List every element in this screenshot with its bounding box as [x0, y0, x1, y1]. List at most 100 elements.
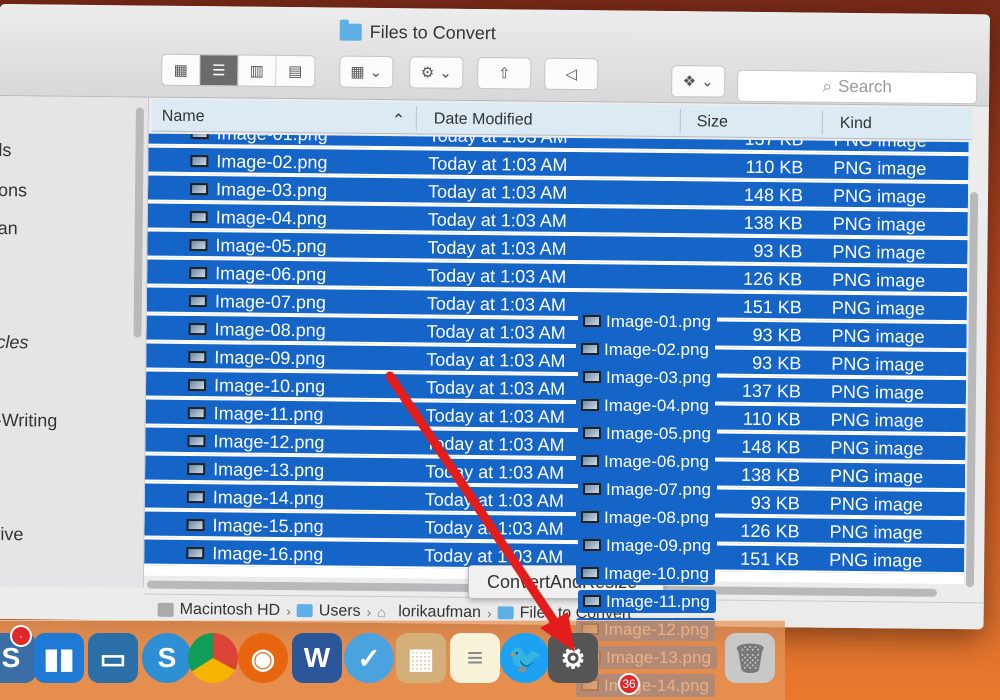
chrome-icon[interactable] — [188, 633, 238, 683]
sidebar-item[interactable]: rive — [0, 524, 24, 545]
file-name: Image-12.png — [213, 431, 325, 453]
tag-icon: ◁ — [565, 65, 578, 84]
column-header-name[interactable]: Name — [162, 108, 205, 126]
file-name: Image-08.png — [214, 319, 326, 341]
column-divider — [415, 106, 417, 131]
file-kind: PNG image — [830, 381, 925, 403]
column-header-size[interactable]: Size — [697, 113, 728, 131]
image-file-icon — [581, 399, 599, 411]
firefox-icon[interactable]: ◉ — [238, 633, 288, 683]
file-date: Today at 1:03 AM — [427, 209, 567, 231]
sidebar-item[interactable]: ls — [0, 140, 12, 161]
sidebar: ls ons an cles -Writing rive — [0, 95, 150, 588]
list-vertical-scrollbar[interactable] — [965, 192, 979, 588]
file-name: Image-09.png — [214, 347, 326, 369]
file-size: 138 KB — [740, 464, 801, 486]
sidebar-item[interactable]: ons — [0, 180, 27, 201]
notes-icon[interactable]: ≡ — [450, 633, 500, 683]
sort-ascending-icon: ⌃ — [391, 112, 406, 130]
image-file-icon — [186, 546, 205, 560]
sidebar-item[interactable]: -Writing — [0, 410, 57, 432]
arrange-button[interactable]: ▦ ⌄ — [339, 55, 394, 89]
image-file-icon — [583, 371, 601, 383]
file-kind: PNG image — [831, 325, 925, 347]
notification-badge: 36 — [618, 673, 640, 695]
file-name: Image-02.png — [216, 151, 328, 173]
icon-view-icon[interactable]: ▦ — [162, 54, 201, 86]
notification-badge: · — [10, 625, 32, 647]
home-icon: ⌂ — [377, 603, 386, 620]
sidebar-item[interactable]: cles — [0, 332, 29, 353]
tags-button[interactable]: ◁ — [544, 57, 599, 91]
column-view-icon[interactable]: ▥ — [238, 55, 277, 86]
file-date: Today at 1:03 AM — [425, 377, 566, 399]
image-file-icon — [583, 539, 601, 551]
file-date: Today at 1:03 AM — [424, 517, 564, 539]
drag-ghost-item: Image-04.png — [576, 394, 715, 417]
image-file-icon — [583, 315, 601, 327]
path-item-disk[interactable]: Macintosh HD — [180, 600, 281, 619]
twitter-icon[interactable]: 🐦 — [500, 633, 550, 683]
cover-flow-icon[interactable]: ▤ — [276, 56, 314, 86]
trello-icon[interactable]: ▮▮ — [34, 633, 84, 683]
list-view-icon[interactable]: ☰ — [200, 55, 239, 86]
window-title-text: Files to Convert — [369, 21, 496, 44]
file-kind: PNG image — [830, 465, 924, 487]
dropbox-button[interactable]: ❖ ⌄ — [671, 65, 726, 98]
chevron-right-icon: › — [286, 602, 291, 619]
screen-sharing-icon[interactable]: ▭ — [88, 633, 138, 683]
column-header-date[interactable]: Date Modified — [434, 111, 533, 130]
image-file-icon — [581, 567, 599, 579]
image-file-icon — [188, 350, 207, 364]
image-file-icon — [187, 462, 206, 476]
file-kind: PNG image — [833, 157, 927, 179]
automator-droplet-icon[interactable]: ⚙ — [548, 633, 598, 683]
action-button[interactable]: ⚙ ⌄ — [409, 56, 464, 89]
file-size: 110 KB — [745, 156, 804, 178]
search-input[interactable]: ⌕ Search — [737, 69, 978, 105]
file-size: 110 KB — [742, 408, 801, 430]
file-size: 126 KB — [743, 268, 803, 290]
sidebar-scrollbar[interactable] — [133, 107, 144, 338]
drag-ghost-label: Image-04.png — [604, 396, 709, 415]
image-file-icon — [187, 406, 206, 420]
file-kind: PNG image — [829, 493, 923, 515]
path-item-user[interactable]: lorikaufman — [398, 603, 481, 622]
file-kind: PNG image — [832, 185, 927, 207]
chevron-right-icon: › — [486, 604, 492, 621]
simplenote-icon[interactable]: S — [142, 633, 192, 683]
file-kind: PNG image — [829, 521, 923, 543]
file-date: Today at 1:03 AM — [426, 349, 566, 371]
trash-icon[interactable]: 🗑 — [725, 633, 775, 683]
word-icon[interactable]: W — [292, 633, 342, 683]
sidebar-item[interactable]: an — [0, 218, 18, 239]
drag-ghost-label: Image-11.png — [606, 592, 710, 611]
drag-ghost-label: Image-03.png — [606, 368, 711, 387]
drag-ghost-label: Image-05.png — [606, 424, 711, 443]
drag-ghost-item: Image-08.png — [576, 506, 715, 529]
drag-ghost-item: Image-10.png — [576, 562, 715, 585]
folder-icon — [296, 604, 313, 618]
drag-ghost-label: Image-01.png — [606, 312, 711, 331]
calculator-icon[interactable]: ▦ — [396, 633, 446, 683]
drag-ghost-label: Image-06.png — [604, 452, 709, 471]
file-name: Image-14.png — [212, 487, 325, 509]
column-header-kind[interactable]: Kind — [840, 115, 872, 133]
drag-ghost-item: Image-09.png — [578, 534, 717, 557]
file-name: Image-04.png — [215, 207, 327, 229]
file-size: 148 KB — [743, 184, 804, 206]
share-button[interactable]: ⇧ — [477, 57, 532, 90]
file-date: Today at 1:03 AM — [426, 321, 566, 343]
image-file-icon — [583, 595, 601, 607]
airmail-icon[interactable]: ✓ — [344, 633, 394, 683]
drag-ghost-item: Image-07.png — [578, 478, 717, 501]
file-name: Image-16.png — [212, 543, 324, 565]
image-file-icon — [189, 266, 208, 280]
file-size: 148 KB — [741, 436, 801, 458]
image-file-icon — [190, 155, 209, 168]
chevron-down-icon: ⌄ — [369, 63, 383, 82]
image-file-icon — [189, 238, 208, 252]
file-date: Today at 1:03 AM — [428, 153, 568, 175]
path-item-users[interactable]: Users — [319, 602, 361, 620]
drag-ghost-item: Image-03.png — [578, 366, 717, 389]
